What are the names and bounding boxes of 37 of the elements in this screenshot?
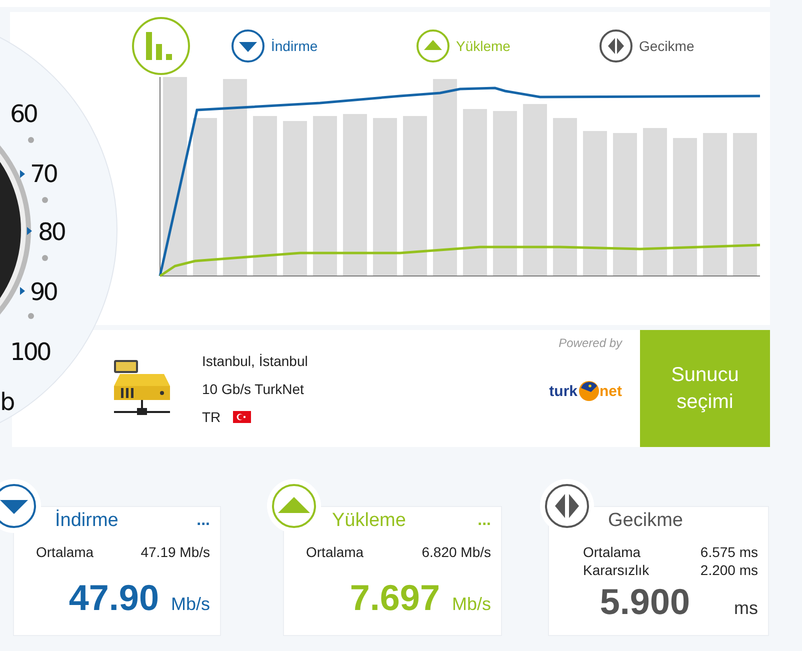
turknet-logo: turk net (549, 380, 622, 402)
gauge-label: 100 (10, 338, 50, 366)
bar-chart-icon[interactable] (131, 16, 191, 76)
result-value: 5.900 (600, 581, 690, 623)
stat-value: 47.19 Mb/s (140, 543, 210, 561)
flag-icon (232, 410, 251, 422)
server-name: 10 Gb/s TurkNet (202, 380, 305, 396)
result-value: 7.697 (350, 577, 440, 619)
result-unit: ms (734, 598, 758, 619)
country-code: TR (202, 408, 221, 424)
legend-label: İndirme (271, 38, 318, 54)
result-title: Yükleme (332, 510, 406, 532)
stat-label: Kararsızlık (583, 561, 650, 579)
stat-label: Ortalama (306, 543, 364, 561)
gauge-label: 90 (30, 278, 57, 306)
result-unit: Mb/s (170, 594, 210, 615)
gauge-label: 60 (10, 100, 37, 128)
more-menu[interactable]: ... (478, 512, 491, 530)
server-location: Istanbul, İstanbul (202, 352, 308, 368)
result-title: İndirme (55, 510, 118, 532)
powered-by-text: Powered by (558, 336, 622, 350)
gauge-unit: b (0, 388, 14, 416)
stat-value: 2.200 ms (700, 561, 758, 579)
stat-label: Ortalama (583, 543, 641, 561)
stat-value: 6.575 ms (700, 543, 758, 561)
stat-label: Ortalama (36, 543, 94, 561)
gauge-label: 70 (30, 160, 57, 188)
result-value: 47.90 (68, 577, 159, 619)
legend-label: Yükleme (456, 38, 510, 54)
gauge-label: 80 (38, 218, 65, 246)
left-right-icon (599, 29, 633, 63)
more-menu[interactable]: ... (196, 512, 210, 530)
stat-value: 6.820 Mb/s (422, 543, 491, 561)
result-title: Gecikme (608, 510, 683, 532)
result-unit: Mb/s (452, 594, 491, 615)
server-select-button[interactable]: Sunucu seçimi (640, 330, 770, 447)
legend-label: Gecikme (639, 38, 694, 54)
